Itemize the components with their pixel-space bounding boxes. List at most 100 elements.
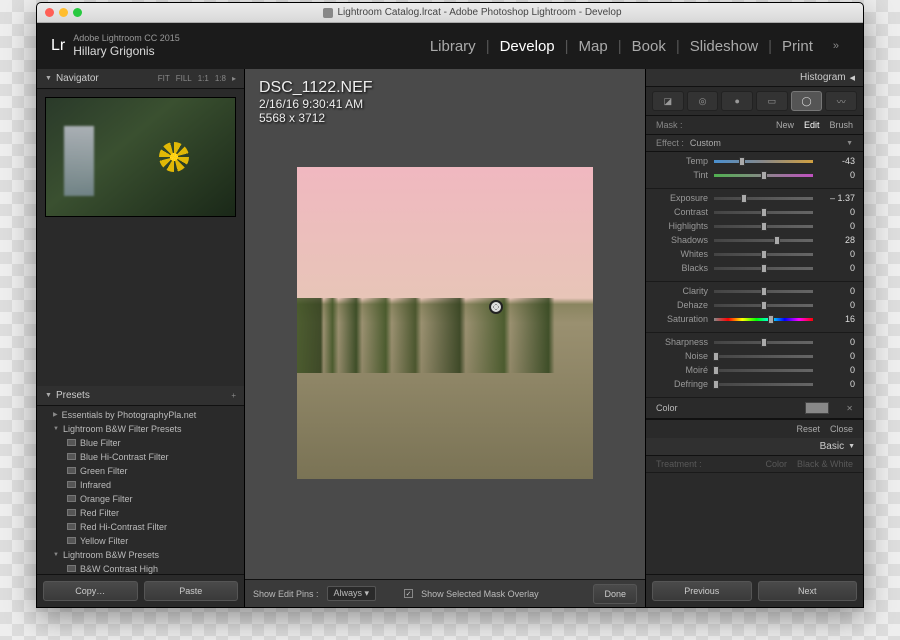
next-button[interactable]: Next [758, 581, 858, 601]
slider-track[interactable] [714, 225, 813, 228]
module-print[interactable]: Print [772, 38, 823, 55]
preset-item[interactable]: Red Hi-Contrast Filter [37, 520, 244, 534]
treatment-color[interactable]: Color [765, 459, 787, 469]
slider-handle[interactable] [768, 315, 774, 324]
slider-value[interactable]: 0 [819, 351, 855, 361]
preset-group[interactable]: ▼Lightroom B&W Presets [37, 548, 244, 562]
slider-track[interactable] [714, 174, 813, 177]
preset-item[interactable]: Red Filter [37, 506, 244, 520]
slider-handle[interactable] [713, 380, 719, 389]
slider-value[interactable]: 0 [819, 207, 855, 217]
slider-value[interactable]: 0 [819, 337, 855, 347]
adjustment-pin[interactable] [489, 300, 503, 314]
slider-track[interactable] [714, 253, 813, 256]
close-button[interactable]: Close [830, 424, 853, 434]
pins-select[interactable]: Always ▾ [327, 586, 377, 601]
color-swatch[interactable] [805, 402, 829, 414]
minimize-icon[interactable] [59, 8, 68, 17]
slider-value[interactable]: 0 [819, 170, 855, 180]
preset-item[interactable]: Blue Hi-Contrast Filter [37, 450, 244, 464]
reset-button[interactable]: Reset [796, 424, 820, 434]
slider-handle[interactable] [761, 264, 767, 273]
tool-redeye[interactable]: ● [721, 91, 753, 111]
slider-track[interactable] [714, 341, 813, 344]
image-canvas[interactable] [269, 135, 621, 569]
preset-item[interactable]: B&W Contrast High [37, 562, 244, 575]
slider-value[interactable]: 0 [819, 286, 855, 296]
slider-track[interactable] [714, 369, 813, 372]
slider-value[interactable]: 0 [819, 300, 855, 310]
navigator-preview[interactable] [45, 97, 236, 217]
mask-brush[interactable]: Brush [829, 120, 853, 130]
zoom-11[interactable]: 1:1 [198, 74, 209, 83]
mask-new[interactable]: New [776, 120, 794, 130]
presets-header[interactable]: ▼ Presets + [37, 386, 244, 406]
slider-handle[interactable] [761, 301, 767, 310]
slider-track[interactable] [714, 318, 813, 321]
slider-value[interactable]: 0 [819, 379, 855, 389]
module-book[interactable]: Book [622, 38, 676, 55]
slider-handle[interactable] [741, 194, 747, 203]
preset-item[interactable]: Infrared [37, 478, 244, 492]
slider-track[interactable] [714, 267, 813, 270]
tool-radial[interactable]: ◯ [791, 91, 823, 111]
zoom-icon[interactable] [73, 8, 82, 17]
slider-track[interactable] [714, 160, 813, 163]
slider-track[interactable] [714, 239, 813, 242]
preset-item[interactable]: Green Filter [37, 464, 244, 478]
slider-handle[interactable] [774, 236, 780, 245]
histogram-header[interactable]: Histogram◀ [646, 69, 863, 87]
slider-value[interactable]: – 1.37 [819, 193, 855, 203]
slider-track[interactable] [714, 197, 813, 200]
slider-value[interactable]: 0 [819, 249, 855, 259]
slider-handle[interactable] [761, 208, 767, 217]
slider-handle[interactable] [713, 352, 719, 361]
previous-button[interactable]: Previous [652, 581, 752, 601]
module-develop[interactable]: Develop [490, 38, 565, 55]
slider-track[interactable] [714, 290, 813, 293]
module-library[interactable]: Library [420, 38, 486, 55]
preset-item[interactable]: Yellow Filter [37, 534, 244, 548]
slider-value[interactable]: 16 [819, 314, 855, 324]
slider-value[interactable]: 0 [819, 365, 855, 375]
tool-grad[interactable]: ▭ [756, 91, 788, 111]
slider-track[interactable] [714, 355, 813, 358]
close-icon[interactable] [45, 8, 54, 17]
tool-brush[interactable]: 〰 [825, 91, 857, 111]
preset-group[interactable]: ▶Essentials by PhotographyPla.net [37, 408, 244, 422]
slider-handle[interactable] [761, 222, 767, 231]
slider-handle[interactable] [761, 287, 767, 296]
slider-handle[interactable] [713, 366, 719, 375]
chevron-down-icon[interactable]: ▼ [846, 140, 853, 147]
slider-handle[interactable] [761, 250, 767, 259]
slider-handle[interactable] [761, 338, 767, 347]
tool-crop[interactable]: ◪ [652, 91, 684, 111]
zoom-fit[interactable]: FIT [158, 74, 170, 83]
done-button[interactable]: Done [593, 584, 637, 604]
mask-overlay-checkbox[interactable]: ✓ [404, 589, 413, 598]
navigator-header[interactable]: ▼ Navigator FITFILL1:11:8 ▸ [37, 69, 244, 89]
module-map[interactable]: Map [569, 38, 618, 55]
slider-track[interactable] [714, 211, 813, 214]
effect-dropdown[interactable]: Custom [690, 138, 721, 148]
module-slideshow[interactable]: Slideshow [680, 38, 768, 55]
mask-edit[interactable]: Edit [804, 120, 820, 130]
close-x-icon[interactable]: ✕ [833, 404, 853, 413]
slider-handle[interactable] [739, 157, 745, 166]
slider-track[interactable] [714, 304, 813, 307]
tool-spot[interactable]: ◎ [687, 91, 719, 111]
preset-group[interactable]: ▼Lightroom B&W Filter Presets [37, 422, 244, 436]
slider-value[interactable]: 28 [819, 235, 855, 245]
slider-value[interactable]: 0 [819, 263, 855, 273]
add-preset-icon[interactable]: + [231, 391, 236, 400]
slider-value[interactable]: 0 [819, 221, 855, 231]
copy-button[interactable]: Copy… [43, 581, 138, 601]
slider-handle[interactable] [761, 171, 767, 180]
basic-header[interactable]: Basic▼ [646, 438, 863, 456]
slider-value[interactable]: -43 [819, 156, 855, 166]
preset-item[interactable]: Blue Filter [37, 436, 244, 450]
treatment-bw[interactable]: Black & White [797, 459, 853, 469]
zoom-fill[interactable]: FILL [176, 74, 192, 83]
preset-item[interactable]: Orange Filter [37, 492, 244, 506]
zoom-18[interactable]: 1:8 [215, 74, 226, 83]
